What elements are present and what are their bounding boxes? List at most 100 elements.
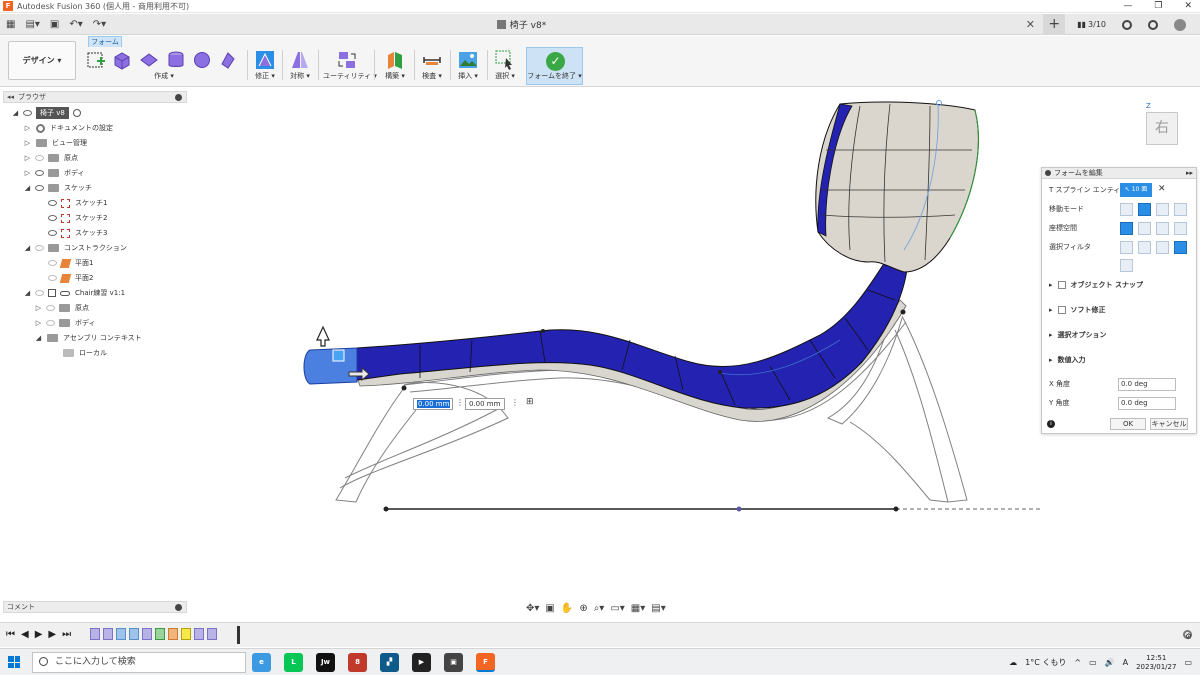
timeline-settings-icon[interactable]: ⚙ (1183, 630, 1192, 641)
finish-form-button[interactable]: ✓ フォームを終了 ▾ (526, 47, 583, 85)
app-icon[interactable]: ▶ (412, 653, 431, 672)
tree-item[interactable]: ◢ コンストラクション (23, 241, 127, 255)
construct-icon[interactable] (385, 50, 405, 70)
workspace-switcher[interactable]: デザイン ▾ (8, 41, 76, 80)
timeline-feature[interactable] (168, 628, 178, 640)
insert-image-icon[interactable] (458, 50, 478, 70)
tree-item-root[interactable]: ◢ 椅子 v8 (11, 106, 81, 120)
tree-item[interactable]: ローカル (59, 346, 107, 360)
construct-group-label[interactable]: 構築 ▾ (378, 71, 412, 81)
new-tab-button[interactable]: + (1043, 14, 1066, 35)
tree-item[interactable]: ▷ ビュー管理 (23, 136, 87, 150)
tree-item[interactable]: スケッチ3 (45, 226, 107, 240)
close-window-button[interactable]: ✕ (1184, 0, 1192, 13)
expand-icon[interactable]: ▷ (34, 319, 43, 327)
y-angle-input[interactable]: 0.0 deg (1118, 397, 1176, 410)
tree-item[interactable]: ▷ 原点 (34, 301, 89, 315)
step-forward-icon[interactable]: ▶ (48, 629, 56, 640)
display-settings-icon[interactable]: ▭▾ (610, 603, 624, 614)
timeline-feature[interactable] (90, 628, 100, 640)
box-icon[interactable] (112, 50, 132, 70)
object-snap-section[interactable]: ▸ オブジェクト スナップ (1049, 280, 1143, 290)
visibility-icon[interactable] (35, 245, 44, 251)
tree-item[interactable]: ◢ スケッチ (23, 181, 92, 195)
visibility-icon[interactable] (46, 320, 55, 326)
zoom-icon[interactable]: ⊕ (579, 603, 587, 614)
visibility-icon[interactable] (46, 305, 55, 311)
expand-icon[interactable]: ▷ (23, 124, 32, 132)
panel-pin-icon[interactable] (175, 94, 182, 101)
jww-icon[interactable]: Jw (316, 653, 335, 672)
tree-item[interactable]: スケッチ1 (45, 196, 107, 210)
app-icon[interactable]: 8 (348, 653, 367, 672)
visibility-icon[interactable] (35, 185, 44, 191)
panel-pin-icon[interactable] (1045, 170, 1051, 176)
play-icon[interactable]: ▶ (35, 629, 43, 640)
edge-icon[interactable]: e (252, 653, 271, 672)
view-cube-face[interactable]: 右 (1146, 112, 1178, 145)
grid-settings-icon[interactable]: ▦▾ (631, 603, 645, 614)
clear-selection-icon[interactable]: ✕ (1158, 184, 1166, 194)
utility-icon[interactable] (337, 50, 357, 70)
tree-item[interactable]: スケッチ2 (45, 211, 107, 225)
timeline-feature[interactable] (142, 628, 152, 640)
redo-icon[interactable]: ↷▾ (93, 19, 106, 30)
edit-form-header[interactable]: フォームを編集 ▸▸ (1042, 168, 1196, 179)
tab-form[interactable]: フォーム (88, 36, 122, 47)
measure-icon[interactable] (422, 50, 442, 70)
visibility-icon[interactable] (48, 260, 57, 266)
fit-icon[interactable]: ⌕▾ (594, 603, 605, 614)
dimension-input-1[interactable]: 0.00 mm (413, 398, 453, 410)
browser-header[interactable]: ◂◂ ブラウザ (3, 91, 187, 103)
per-face-space-icon[interactable] (1174, 222, 1187, 235)
tree-item[interactable]: 平面1 (45, 256, 93, 270)
expand-icon[interactable]: ▷ (34, 304, 43, 312)
help-icon[interactable] (1148, 19, 1158, 30)
view-space-icon[interactable] (1138, 222, 1151, 235)
comments-panel[interactable]: コメント (3, 601, 187, 613)
info-icon[interactable]: i (1047, 420, 1055, 428)
expand-icon[interactable]: ◢ (23, 184, 32, 192)
visibility-icon[interactable] (35, 155, 44, 161)
cancel-button[interactable]: キャンセル (1150, 418, 1188, 430)
object-snap-checkbox[interactable] (1057, 281, 1066, 289)
selection-options-section[interactable]: ▸ 選択オプション (1049, 330, 1107, 340)
timeline-feature[interactable] (207, 628, 217, 640)
face-filter-icon[interactable] (1156, 241, 1169, 254)
windows-start-icon[interactable] (8, 656, 20, 668)
network-icon[interactable]: ▭ (1089, 658, 1097, 667)
timeline-feature[interactable] (155, 628, 165, 640)
all-filter-icon[interactable] (1174, 241, 1187, 254)
world-space-icon[interactable] (1120, 222, 1133, 235)
activate-target-icon[interactable] (72, 109, 81, 117)
file-menu-icon[interactable]: ▤▾ (25, 19, 39, 30)
timeline-marker[interactable] (237, 626, 240, 644)
local-space-icon[interactable] (1156, 222, 1169, 235)
tray-overflow-icon[interactable]: ^ (1074, 658, 1081, 667)
history-icon[interactable] (1122, 19, 1132, 30)
expand-icon[interactable]: ▷ (23, 169, 32, 177)
dimension-options-icon[interactable]: ⊞ (526, 397, 534, 407)
visibility-icon[interactable] (48, 275, 57, 281)
look-at-icon[interactable]: ▣ (545, 603, 554, 614)
visibility-icon[interactable] (35, 290, 44, 296)
visibility-icon[interactable] (48, 230, 57, 236)
user-avatar[interactable] (1174, 18, 1186, 31)
undo-icon[interactable]: ↶▾ (69, 19, 82, 30)
timeline-feature[interactable] (116, 628, 126, 640)
inspect-group-label[interactable]: 検査 ▾ (417, 71, 447, 81)
scale-mode-icon[interactable] (1174, 203, 1187, 216)
maximize-button[interactable]: ❐ (1154, 0, 1162, 13)
ok-button[interactable]: OK (1110, 418, 1146, 430)
app-icon[interactable]: ▣ (444, 653, 463, 672)
visibility-icon[interactable] (48, 215, 57, 221)
notification-icon[interactable]: ▭ (1184, 658, 1192, 667)
visibility-icon[interactable] (48, 200, 57, 206)
edit-form-icon[interactable] (255, 50, 275, 70)
timeline-feature[interactable] (129, 628, 139, 640)
taskbar-clock[interactable]: 12:51 2023/01/27 (1136, 654, 1176, 672)
edge-filter-icon[interactable] (1138, 241, 1151, 254)
tree-item[interactable]: ▷ ドキュメントの設定 (23, 121, 113, 135)
insert-group-label[interactable]: 挿入 ▾ (453, 71, 483, 81)
tree-item[interactable]: ◢ アセンブリ コンテキスト (34, 331, 142, 345)
